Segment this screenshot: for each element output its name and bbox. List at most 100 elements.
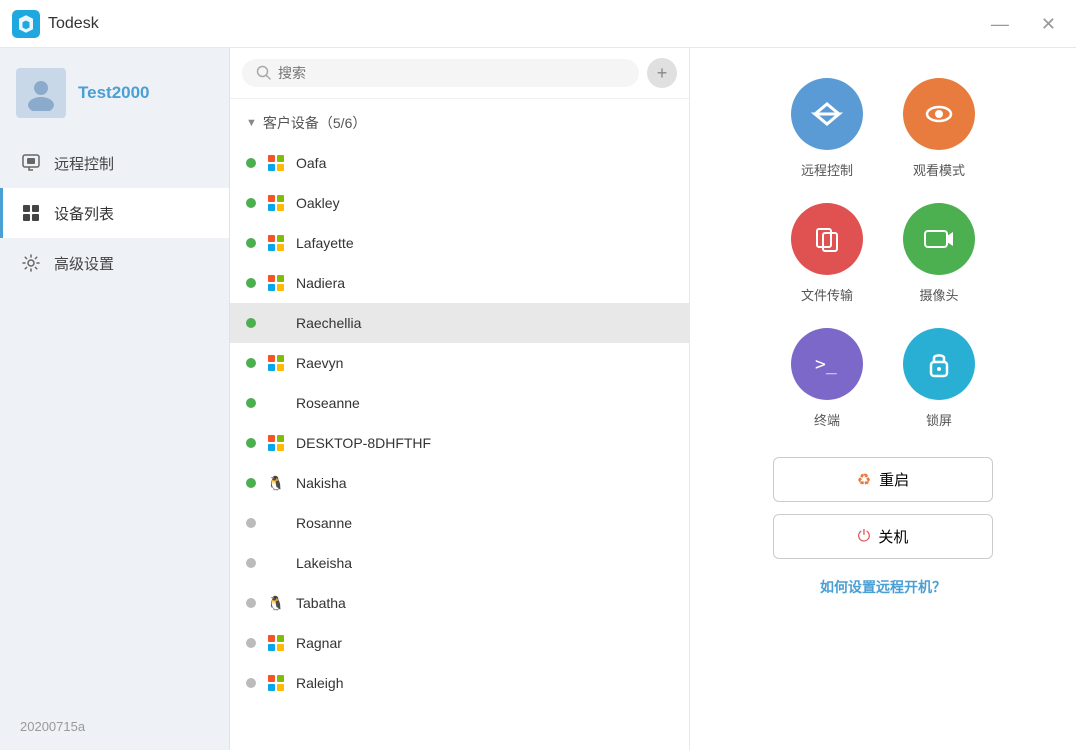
avatar [16, 68, 66, 118]
search-bar: + [230, 48, 689, 99]
windows-logo-icon [268, 635, 284, 651]
status-dot [246, 198, 256, 208]
shutdown-button[interactable]: ⏻ 关机 [773, 514, 993, 559]
action-item-view-mode[interactable]: 观看模式 [903, 78, 975, 179]
lock-screen-circle [903, 328, 975, 400]
device-name: Raevyn [296, 355, 673, 371]
action-item-camera[interactable]: 摄像头 [903, 203, 975, 304]
add-device-button[interactable]: + [647, 58, 677, 88]
linux-icon: 🐧 [266, 593, 286, 613]
windows-logo-icon [268, 675, 284, 691]
device-panel: + ▼ 客户设备（5/6） Oafa Oakley Lafayette Nadi… [230, 48, 690, 750]
list-item[interactable]: Ragnar [230, 623, 689, 663]
search-input[interactable] [278, 65, 625, 81]
terminal-circle: >_ [791, 328, 863, 400]
app-logo: Todesk [12, 10, 99, 38]
group-arrow-icon: ▼ [246, 117, 257, 129]
device-name: Nadiera [296, 275, 673, 291]
list-item[interactable]: Oakley [230, 183, 689, 223]
status-dot [246, 598, 256, 608]
linux-logo-icon: 🐧 [267, 595, 284, 612]
device-name: Lafayette [296, 235, 673, 251]
windows-logo-icon [268, 195, 284, 211]
status-dot [246, 158, 256, 168]
remote-boot-link[interactable]: 如何设置远程开机？ [820, 577, 946, 597]
search-input-wrap [242, 59, 639, 87]
todesk-logo-icon [12, 10, 40, 38]
list-item[interactable]: Rosanne [230, 503, 689, 543]
sidebar: Test2000 远程控制 [0, 48, 230, 750]
sidebar-item-settings[interactable]: 高级设置 [0, 238, 229, 288]
minimize-button[interactable]: — [983, 11, 1017, 37]
window-controls: — ✕ [983, 11, 1064, 37]
apple-icon [266, 313, 286, 333]
shutdown-label: 关机 [878, 526, 908, 547]
search-icon [256, 65, 272, 81]
avatar-icon [23, 75, 59, 111]
action-item-file-transfer[interactable]: 文件传输 [791, 203, 863, 304]
action-grid: 远程控制观看模式文件传输 摄像头 >_ 终端 锁屏 [791, 78, 975, 429]
grid-icon [20, 202, 42, 224]
close-button[interactable]: ✕ [1033, 11, 1064, 37]
file-transfer-circle [791, 203, 863, 275]
sidebar-label-settings: 高级设置 [54, 253, 114, 274]
device-name: Raleigh [296, 675, 673, 691]
list-item[interactable]: Roseanne [230, 383, 689, 423]
windows-logo-icon [268, 275, 284, 291]
terminal-label: 终端 [814, 410, 840, 429]
apple-icon [266, 553, 286, 573]
windows-icon [266, 153, 286, 173]
list-item[interactable]: Nadiera [230, 263, 689, 303]
monitor-icon [20, 152, 42, 174]
device-name: Tabatha [296, 595, 673, 611]
list-item[interactable]: 🐧Nakisha [230, 463, 689, 503]
device-name: Ragnar [296, 635, 673, 651]
view-mode-circle [903, 78, 975, 150]
sidebar-label-remote: 远程控制 [54, 153, 114, 174]
list-item[interactable]: Oafa [230, 143, 689, 183]
device-name: DESKTOP-8DHFTHF [296, 435, 673, 451]
status-dot [246, 438, 256, 448]
list-item[interactable]: Raleigh [230, 663, 689, 703]
list-item[interactable]: Raevyn [230, 343, 689, 383]
sidebar-item-remote-control[interactable]: 远程控制 [0, 138, 229, 188]
restart-icon: ♻ [857, 470, 871, 490]
status-dot [246, 678, 256, 688]
file-transfer-label: 文件传输 [801, 285, 853, 304]
restart-button[interactable]: ♻ 重启 [773, 457, 993, 502]
remote-control-circle [791, 78, 863, 150]
device-name: Oafa [296, 155, 673, 171]
windows-logo-icon [268, 435, 284, 451]
windows-logo-icon [268, 235, 284, 251]
restart-label: 重启 [879, 469, 909, 490]
sidebar-label-devices: 设备列表 [54, 203, 114, 224]
action-item-lock-screen[interactable]: 锁屏 [903, 328, 975, 429]
status-dot [246, 278, 256, 288]
group-label: 客户设备（5/6） [263, 113, 366, 133]
windows-icon [266, 353, 286, 373]
device-group-header: ▼ 客户设备（5/6） [230, 103, 689, 143]
camera-circle [903, 203, 975, 275]
list-item[interactable]: Lafayette [230, 223, 689, 263]
gear-icon [20, 252, 42, 274]
device-name: Raechellia [296, 315, 673, 331]
svg-text:>_: >_ [815, 354, 837, 375]
device-id: 20200715a [0, 703, 229, 750]
view-mode-label: 观看模式 [913, 160, 965, 179]
status-dot [246, 638, 256, 648]
sidebar-item-device-list[interactable]: 设备列表 [0, 188, 229, 238]
title-bar: Todesk — ✕ [0, 0, 1076, 48]
list-item[interactable]: Lakeisha [230, 543, 689, 583]
windows-logo-icon [268, 355, 284, 371]
list-item[interactable]: DESKTOP-8DHFTHF [230, 423, 689, 463]
windows-icon [266, 673, 286, 693]
list-item[interactable]: 🐧 Tabatha [230, 583, 689, 623]
action-item-terminal[interactable]: >_ 终端 [791, 328, 863, 429]
user-profile: Test2000 [0, 48, 229, 138]
device-list: ▼ 客户设备（5/6） Oafa Oakley Lafayette Nadier… [230, 99, 689, 750]
windows-icon [266, 193, 286, 213]
linux-logo-icon: 🐧 [267, 475, 284, 492]
action-item-remote-control[interactable]: 远程控制 [791, 78, 863, 179]
list-item[interactable]: Raechellia [230, 303, 689, 343]
device-name: Oakley [296, 195, 673, 211]
